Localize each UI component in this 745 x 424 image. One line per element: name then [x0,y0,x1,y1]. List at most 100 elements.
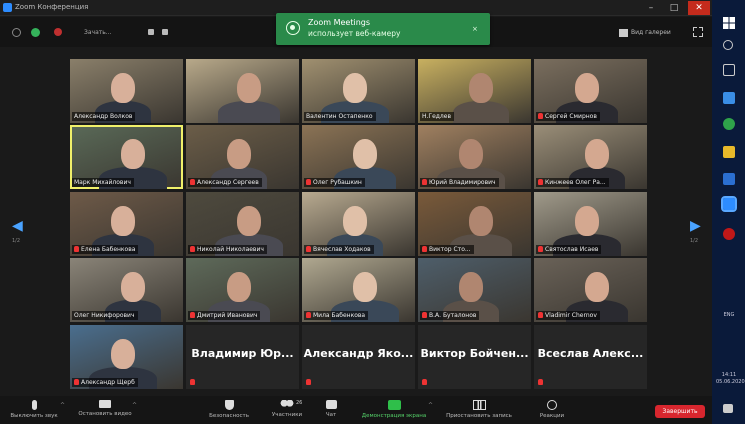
gallery-grid-icon [619,29,628,37]
participant-name-label: Олег Рубашкин [304,178,365,187]
participant-tile[interactable]: В.А. Буталонов [418,258,531,322]
window-title: Zoom Конференция [15,3,89,11]
participant-name-label: Николай Николаевич [188,245,267,254]
participant-name-label: Юрий Владимирович [420,178,499,187]
participant-name-text: Олег Никифорович [74,312,135,319]
participant-name-label: Марк Михайлович [72,178,134,187]
security-button[interactable]: Безопасность [200,396,258,424]
reactions-button[interactable]: Реакции [532,396,572,424]
info-icon[interactable] [12,28,21,37]
participant-tile[interactable]: Дмитрий Иванович [186,258,299,322]
next-page-arrow-icon[interactable]: ▶ [690,218,701,234]
chrome-icon[interactable] [723,118,735,130]
participants-icon [280,400,294,409]
maximize-button[interactable]: □ [663,1,685,15]
previous-page-arrow-icon[interactable]: ◀ [12,218,23,234]
participants-count: 26 [296,400,303,406]
participant-name-display: Владимир Юр... [191,347,294,360]
search-icon[interactable] [723,40,733,50]
mute-button[interactable]: Выключить звук ^ [6,396,65,424]
participant-name-label: Мила Бабенкова [304,311,369,320]
minimize-button[interactable]: – [640,1,662,15]
gallery-view-button[interactable]: Вид галереи [617,27,689,39]
participant-tile[interactable]: Олег Никифорович [70,258,183,322]
participant-face [121,139,145,169]
zoom-taskbar-icon[interactable] [721,196,737,212]
participant-tile[interactable]: Н.Гедлев [418,59,531,123]
participant-tile[interactable]: Кинжеев Олег Ра... [534,125,647,189]
end-meeting-button[interactable]: Завершить [655,405,705,418]
participant-tile[interactable]: Вячеслав Ходаков [302,192,415,256]
audio-options-chevron-icon[interactable]: ^ [60,402,65,409]
participant-name-text: Николай Николаевич [197,246,264,253]
file-explorer-icon[interactable] [723,146,735,158]
windows-start-icon[interactable] [723,14,735,29]
notification-close-button[interactable]: × [472,25,478,33]
participant-tile[interactable]: Святослав Исаев [534,192,647,256]
camera-in-use-notification[interactable]: Zoom Meetings использует веб-камеру × [276,13,490,45]
clock-time[interactable]: 14:11 [716,372,742,378]
participant-name-label: Vladimir Chernov [536,311,600,320]
participant-tile[interactable]: Виктор Бойчен... [418,325,531,389]
participant-name-label: Александр Сергеев [188,178,262,187]
participant-tile[interactable]: Валентин Остапенко [302,59,415,123]
participant-name-text: Елена Бабенкова [81,246,136,253]
participant-name-text: Валентин Остапенко [306,113,373,120]
participant-tile[interactable]: Марк Михайлович [70,125,183,189]
participant-name-label: Валентин Остапенко [304,112,376,121]
participant-name-label: Виктор Сто... [420,245,474,254]
participant-face [111,206,135,236]
pause-recording-icon[interactable] [148,29,154,35]
participant-tile[interactable]: Владимир Юр... [186,325,299,389]
notifications-icon[interactable] [723,404,733,413]
stop-recording-icon[interactable] [162,29,168,35]
participant-tile[interactable]: Александр Сергеев [186,125,299,189]
share-screen-icon [387,400,401,410]
participant-tile[interactable]: Vladimir Chernov [534,258,647,322]
participant-name-text: Александр Волков [74,113,133,120]
participant-tile[interactable]: Всеслав Алекс... [534,325,647,389]
previous-page-label: 1/2 [12,238,21,244]
stop-video-button[interactable]: Остановить видео ^ [74,396,137,424]
word-icon[interactable] [723,173,735,185]
participant-face [575,73,599,103]
clock-date[interactable]: 05.06.2020 [716,379,745,385]
muted-mic-icon [538,179,543,185]
participant-tile[interactable]: Александр Волков [70,59,183,123]
muted-mic-icon [190,312,195,318]
language-indicator[interactable]: ENG [716,312,742,318]
participant-face [459,272,483,302]
participant-tile[interactable]: Юрий Владимирович [418,125,531,189]
participant-name-display: Александр Яко... [303,347,414,360]
encryption-shield-icon[interactable] [31,28,40,37]
share-options-chevron-icon[interactable]: ^ [428,402,433,409]
share-screen-button[interactable]: Демонстрация экрана ^ [352,396,436,424]
participant-name-label: Святослав Исаев [536,245,602,254]
participants-button[interactable]: Участники 26 [262,396,312,424]
browser-icon[interactable] [723,92,735,104]
participant-tile[interactable]: Александр Щерб [70,325,183,389]
muted-mic-icon [538,312,543,318]
participant-name-display: Всеслав Алекс... [537,347,644,360]
chat-button[interactable]: Чат [318,396,344,424]
participant-tile[interactable] [186,59,299,123]
participant-tile[interactable]: Виктор Сто... [418,192,531,256]
participant-tile[interactable]: Мила Бабенкова [302,258,415,322]
participant-tile[interactable]: Елена Бабенкова [70,192,183,256]
task-view-icon[interactable] [723,64,735,76]
video-options-chevron-icon[interactable]: ^ [132,402,137,409]
fullscreen-icon[interactable] [693,27,703,37]
close-window-button[interactable]: ✕ [688,1,710,15]
participant-tile[interactable]: Александр Яко... [302,325,415,389]
app-icon[interactable] [723,228,735,240]
participant-name-text: Сергей Смирнов [545,113,597,120]
participant-name-text: Святослав Исаев [545,246,599,253]
participant-tile[interactable]: Сергей Смирнов [534,59,647,123]
muted-mic-icon [422,312,427,318]
participant-name-text: Виктор Сто... [429,246,471,253]
participant-tile[interactable]: Олег Рубашкин [302,125,415,189]
smiley-icon [547,400,557,410]
pause-recording-button[interactable]: Приостановить запись [440,396,518,424]
participant-tile[interactable]: Николай Николаевич [186,192,299,256]
pause-icon [472,400,486,410]
